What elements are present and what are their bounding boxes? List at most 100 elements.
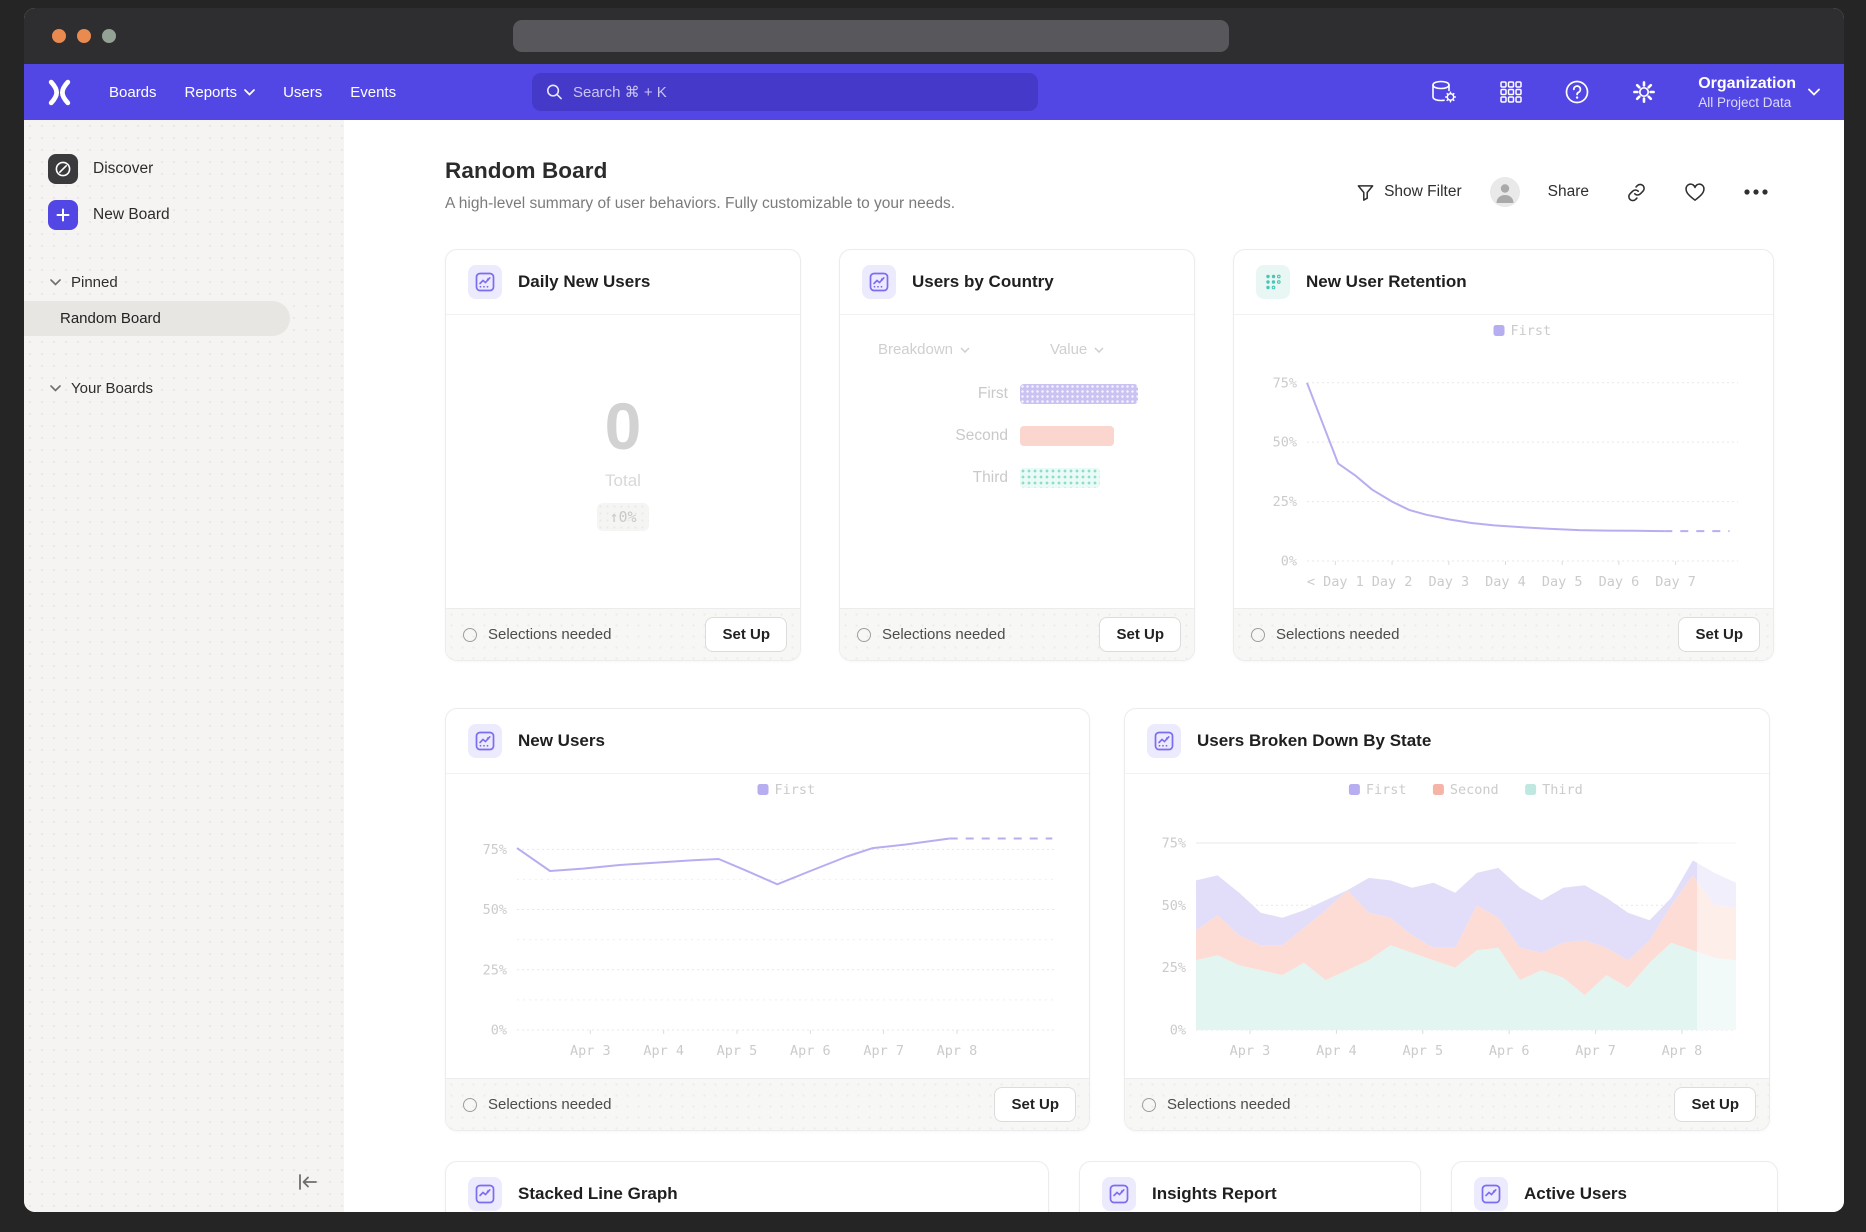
nav-item-users[interactable]: Users <box>269 84 336 101</box>
radio-circle-icon <box>857 628 871 642</box>
radio-circle-icon <box>1142 1098 1156 1112</box>
card-insights-report[interactable]: Insights Report <box>1079 1161 1421 1212</box>
nav-item-events[interactable]: Events <box>336 84 410 101</box>
svg-text:Second: Second <box>1450 782 1499 798</box>
set-up-button[interactable]: Set Up <box>705 617 787 652</box>
svg-text:Apr 8: Apr 8 <box>937 1043 978 1059</box>
apps-grid-icon[interactable] <box>1499 80 1523 104</box>
card-title: Users by Country <box>912 272 1054 292</box>
avatar[interactable] <box>1490 177 1520 207</box>
global-search[interactable] <box>532 73 1038 111</box>
copy-link-button[interactable] <box>1617 182 1656 203</box>
sidebar-item-new-board[interactable]: New Board <box>24 192 344 238</box>
svg-text:< Day 1: < Day 1 <box>1307 574 1364 590</box>
breakdown-row: Third <box>840 468 1168 488</box>
sidebar-item-discover[interactable]: Discover <box>24 146 344 192</box>
data-management-icon[interactable] <box>1430 79 1458 105</box>
value-bar-second <box>1020 426 1114 446</box>
svg-text:Third: Third <box>1542 782 1583 798</box>
nav-item-reports[interactable]: Reports <box>171 84 270 101</box>
sidebar: Discover New Board Pinned Random Board <box>24 120 344 1212</box>
app-window: Boards Reports Users Events <box>24 8 1844 1212</box>
cards-row-1: Daily New Users 0 Total ↑0% <box>445 249 1778 661</box>
set-up-button[interactable]: Set Up <box>1099 617 1181 652</box>
page-subtitle: A high-level summary of user behaviors. … <box>445 195 955 213</box>
card-stacked-line-graph[interactable]: Stacked Line Graph <box>445 1161 1049 1212</box>
zoom-window-button[interactable] <box>102 29 116 43</box>
card-title: Insights Report <box>1152 1184 1277 1204</box>
svg-text:First: First <box>1511 323 1552 339</box>
nav-right-controls: Organization All Project Data <box>1430 75 1822 110</box>
filter-funnel-icon <box>1356 183 1375 202</box>
close-window-button[interactable] <box>52 29 66 43</box>
cards-row-3: Stacked Line Graph Insights Report <box>445 1161 1778 1212</box>
card-new-user-retention[interactable]: New User Retention 75%50%25%0%< Day 1Day… <box>1233 249 1774 661</box>
minimize-window-button[interactable] <box>77 29 91 43</box>
chevron-down-icon <box>960 347 970 353</box>
settings-gear-icon[interactable] <box>1631 79 1657 105</box>
mixpanel-logo-icon[interactable] <box>46 79 73 106</box>
line-chart-icon <box>862 265 896 299</box>
titlebar <box>24 8 1844 64</box>
link-icon <box>1626 182 1647 203</box>
line-chart-icon <box>1147 724 1181 758</box>
status-selections-needed: Selections needed <box>857 626 1005 643</box>
chevron-down-icon <box>50 385 61 392</box>
nav-item-boards[interactable]: Boards <box>95 84 171 101</box>
line-chart-icon <box>468 724 502 758</box>
card-daily-new-users[interactable]: Daily New Users 0 Total ↑0% <box>445 249 801 661</box>
set-up-button[interactable]: Set Up <box>1678 617 1760 652</box>
stacked-area-chart: 75%50%25%0%Apr 3Apr 4Apr 5Apr 6Apr 7Apr … <box>1140 776 1754 1076</box>
org-name: Organization <box>1698 75 1796 93</box>
sidebar-section-pinned[interactable]: Pinned <box>24 264 344 299</box>
favorite-button[interactable] <box>1675 182 1715 202</box>
collapse-sidebar-button[interactable] <box>294 1168 322 1196</box>
breakdown-column-header[interactable]: Breakdown <box>840 341 1008 358</box>
svg-text:Day 5: Day 5 <box>1542 574 1583 590</box>
show-filter-button[interactable]: Show Filter <box>1347 183 1471 202</box>
sidebar-item-label: New Board <box>93 206 170 224</box>
card-users-by-country[interactable]: Users by Country Breakdown <box>839 249 1195 661</box>
more-options-button[interactable] <box>1734 188 1778 196</box>
help-icon[interactable] <box>1564 79 1590 105</box>
card-new-users[interactable]: New Users 75%50%25%0%Apr 3Apr 4Apr 5Apr … <box>445 708 1090 1131</box>
svg-text:Day 7: Day 7 <box>1655 574 1696 590</box>
sidebar-item-random-board[interactable]: Random Board <box>24 301 290 336</box>
status-selections-needed: Selections needed <box>463 626 611 643</box>
app-body: Discover New Board Pinned Random Board <box>24 120 1844 1212</box>
sidebar-section-your-boards[interactable]: Your Boards <box>24 370 344 405</box>
plus-icon <box>48 200 78 230</box>
user-icon <box>1490 177 1520 207</box>
metric-value: 0 <box>605 393 642 459</box>
value-bar-first <box>1020 384 1138 404</box>
breakdown-row: First <box>840 384 1168 404</box>
heart-icon <box>1684 182 1706 202</box>
section-label: Pinned <box>71 274 118 291</box>
svg-text:Apr 4: Apr 4 <box>1316 1043 1357 1059</box>
org-switcher[interactable]: Organization All Project Data <box>1698 75 1820 110</box>
svg-text:Day 3: Day 3 <box>1428 574 1469 590</box>
radio-circle-icon <box>463 628 477 642</box>
card-title: New Users <box>518 731 605 751</box>
set-up-button[interactable]: Set Up <box>994 1087 1076 1122</box>
card-active-users[interactable]: Active Users <box>1451 1161 1778 1212</box>
breakdown-row: Second <box>840 426 1168 446</box>
svg-text:Day 2: Day 2 <box>1372 574 1413 590</box>
sidebar-item-label: Discover <box>93 160 153 178</box>
chevron-down-icon <box>50 279 61 286</box>
chevron-down-icon <box>244 89 255 96</box>
share-button[interactable]: Share <box>1539 183 1598 201</box>
set-up-button[interactable]: Set Up <box>1674 1087 1756 1122</box>
svg-text:Apr 4: Apr 4 <box>643 1043 684 1059</box>
card-users-by-state[interactable]: Users Broken Down By State 75%50%25%0%Ap… <box>1124 708 1770 1131</box>
section-label: Your Boards <box>71 380 153 397</box>
metric-delta-badge: ↑0% <box>597 503 648 531</box>
address-bar[interactable] <box>513 20 1229 52</box>
search-input[interactable] <box>573 84 1024 101</box>
chevron-down-icon <box>1808 88 1820 96</box>
card-title: New User Retention <box>1306 272 1467 292</box>
page-title: Random Board <box>445 158 955 184</box>
svg-text:75%: 75% <box>483 842 507 858</box>
svg-text:75%: 75% <box>1273 375 1297 391</box>
value-column-header[interactable]: Value <box>1050 341 1104 358</box>
